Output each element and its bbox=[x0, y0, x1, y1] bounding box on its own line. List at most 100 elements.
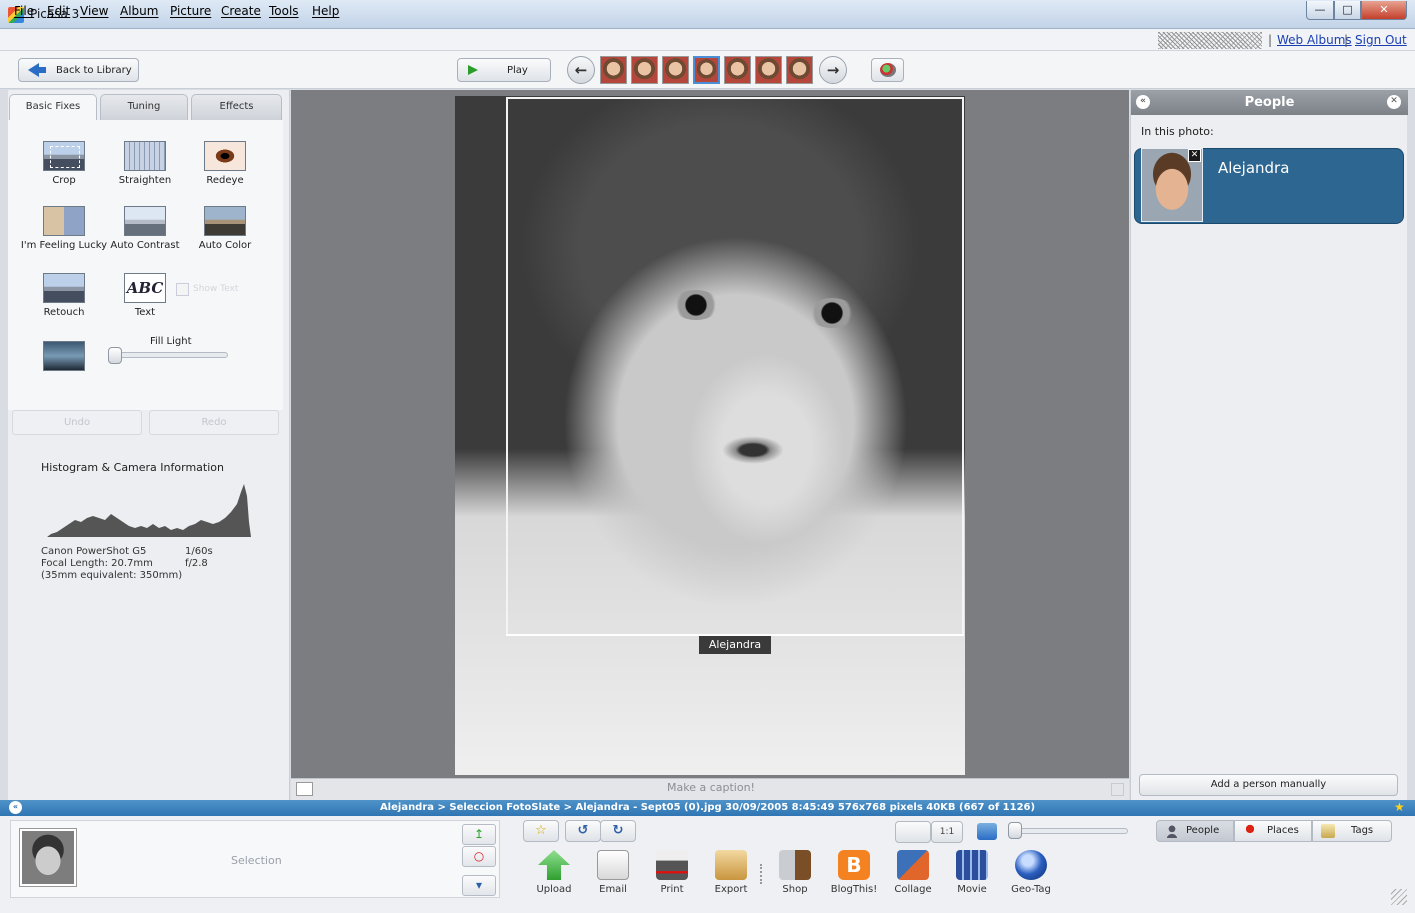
previous-photo-button[interactable]: ← bbox=[567, 56, 595, 84]
play-slideshow-button[interactable]: Play bbox=[457, 58, 551, 82]
add-to-album-button[interactable]: ▾ bbox=[462, 875, 496, 896]
shutter-speed: 1/60s bbox=[185, 546, 213, 557]
straighten-icon bbox=[124, 141, 166, 171]
print-label: Print bbox=[660, 884, 684, 895]
web-albums-link[interactable]: Web Albums bbox=[1277, 33, 1352, 47]
caption-edit-icon[interactable] bbox=[1111, 783, 1124, 796]
histogram-graph bbox=[47, 484, 251, 537]
close-window-button[interactable]: ✕ bbox=[1361, 1, 1407, 20]
shop-icon bbox=[779, 850, 811, 880]
tab-tuning[interactable]: Tuning bbox=[100, 94, 188, 120]
person-name[interactable]: Alejandra bbox=[1218, 159, 1289, 177]
feeling-lucky-button[interactable]: I'm Feeling Lucky bbox=[21, 206, 107, 264]
actual-size-button[interactable]: 1:1 bbox=[931, 821, 963, 843]
menu-picture[interactable]: Picture bbox=[170, 4, 211, 18]
menu-view[interactable]: View bbox=[80, 4, 108, 18]
redeye-label: Redeye bbox=[206, 175, 244, 186]
auto-contrast-icon bbox=[124, 206, 166, 236]
caption-input[interactable]: Make a caption! bbox=[667, 781, 755, 794]
filmstrip-thumbnail[interactable] bbox=[662, 56, 689, 84]
tags-tab-label: Tags bbox=[1351, 825, 1374, 836]
straighten-tool-button[interactable]: Straighten bbox=[105, 141, 185, 199]
rotate-right-button[interactable]: ↻ bbox=[600, 820, 636, 842]
add-person-manually-button[interactable]: Add a person manually bbox=[1139, 774, 1398, 796]
geotag-toolbar-button[interactable] bbox=[871, 58, 904, 82]
remove-person-icon[interactable]: ✕ bbox=[1188, 149, 1201, 162]
close-panel-icon[interactable]: ✕ bbox=[1387, 95, 1401, 109]
filmstrip-thumbnail[interactable] bbox=[755, 56, 782, 84]
next-photo-button[interactable]: → bbox=[819, 56, 847, 84]
redeye-tool-button[interactable]: Redeye bbox=[185, 141, 265, 199]
menu-create[interactable]: Create bbox=[221, 4, 261, 18]
show-text-checkbox[interactable] bbox=[176, 283, 189, 296]
tab-effects[interactable]: Effects bbox=[191, 94, 282, 120]
maximize-button[interactable]: □ bbox=[1334, 1, 1361, 20]
auto-color-button[interactable]: Auto Color bbox=[185, 206, 265, 264]
fill-light-icon bbox=[43, 341, 85, 371]
map-pin-icon bbox=[1243, 824, 1257, 838]
sign-out-link[interactable]: Sign Out bbox=[1355, 33, 1407, 47]
globe-pin-icon bbox=[880, 63, 896, 77]
people-panel-title: People bbox=[1244, 95, 1295, 110]
face-name-tag[interactable]: Alejandra bbox=[699, 636, 771, 654]
rotate-left-button[interactable]: ↺ bbox=[565, 820, 601, 842]
menu-edit[interactable]: Edit bbox=[47, 4, 70, 18]
filmstrip-thumbnail[interactable] bbox=[786, 56, 813, 84]
menu-album[interactable]: Album bbox=[120, 4, 158, 18]
tab-basic-fixes[interactable]: Basic Fixes bbox=[9, 94, 97, 122]
zoom-slider[interactable] bbox=[1010, 828, 1128, 834]
crop-icon bbox=[43, 141, 85, 171]
in-this-photo-label: In this photo: bbox=[1141, 125, 1214, 138]
blogthis-label: BlogThis! bbox=[830, 884, 878, 895]
menu-tools[interactable]: Tools bbox=[269, 4, 299, 18]
play-icon bbox=[468, 65, 478, 75]
back-to-library-button[interactable]: Back to Library bbox=[18, 58, 139, 82]
printer-icon bbox=[656, 850, 688, 880]
zoom-slider-handle[interactable] bbox=[1008, 822, 1022, 839]
caption-toggle-icon[interactable] bbox=[296, 782, 313, 796]
resize-grip-icon[interactable] bbox=[1391, 889, 1407, 905]
star-icon[interactable]: ★ bbox=[1394, 800, 1405, 814]
hold-pin-button[interactable]: ↥ bbox=[462, 824, 496, 845]
filmstrip-thumbnail-current[interactable] bbox=[693, 56, 720, 84]
title-bar bbox=[0, 0, 1415, 29]
selection-thumbnail[interactable] bbox=[19, 828, 77, 887]
export-label: Export bbox=[714, 884, 748, 895]
zoom-icon[interactable] bbox=[977, 823, 997, 840]
fill-light-slider-handle[interactable] bbox=[108, 347, 122, 364]
text-abc-icon: ABC bbox=[124, 273, 166, 303]
clear-tray-button[interactable]: ○ bbox=[462, 846, 496, 867]
tab-people[interactable]: People bbox=[1156, 820, 1234, 842]
link-separator: | bbox=[1268, 33, 1273, 47]
text-tool-button[interactable]: ABC Text bbox=[105, 273, 185, 331]
menu-file[interactable]: File bbox=[14, 4, 34, 18]
fill-light-slider[interactable] bbox=[110, 352, 228, 358]
text-label: Text bbox=[134, 307, 156, 318]
play-label: Play bbox=[507, 65, 528, 76]
filmstrip-thumbnail[interactable] bbox=[724, 56, 751, 84]
collapse-panel-icon[interactable]: « bbox=[1136, 95, 1150, 109]
retouch-icon bbox=[43, 273, 85, 303]
tab-tags[interactable]: Tags bbox=[1312, 820, 1392, 842]
aperture: f/2.8 bbox=[185, 558, 208, 569]
minimize-button[interactable]: — bbox=[1306, 1, 1334, 20]
filmstrip-thumbnail[interactable] bbox=[600, 56, 627, 84]
tag-icon bbox=[1321, 824, 1335, 838]
crop-tool-button[interactable]: Crop bbox=[24, 141, 104, 199]
film-icon bbox=[956, 850, 988, 880]
filmstrip-thumbnail[interactable] bbox=[631, 56, 658, 84]
menu-help[interactable]: Help bbox=[312, 4, 339, 18]
star-photo-button[interactable]: ☆ bbox=[523, 820, 559, 842]
redo-button[interactable]: Redo bbox=[149, 410, 279, 435]
fit-view-button[interactable] bbox=[895, 821, 931, 843]
retouch-tool-button[interactable]: Retouch bbox=[24, 273, 104, 331]
feeling-lucky-icon bbox=[43, 206, 85, 236]
email-label: Email bbox=[599, 884, 627, 895]
auto-color-icon bbox=[204, 206, 246, 236]
face-detection-box[interactable] bbox=[506, 97, 964, 636]
tab-places[interactable]: Places bbox=[1234, 820, 1312, 842]
photo-info-text: Alejandra > Seleccion FotoSlate > Alejan… bbox=[379, 802, 1036, 813]
undo-button[interactable]: Undo bbox=[12, 410, 142, 435]
auto-contrast-button[interactable]: Auto Contrast bbox=[105, 206, 185, 264]
account-name-redacted bbox=[1158, 32, 1262, 49]
